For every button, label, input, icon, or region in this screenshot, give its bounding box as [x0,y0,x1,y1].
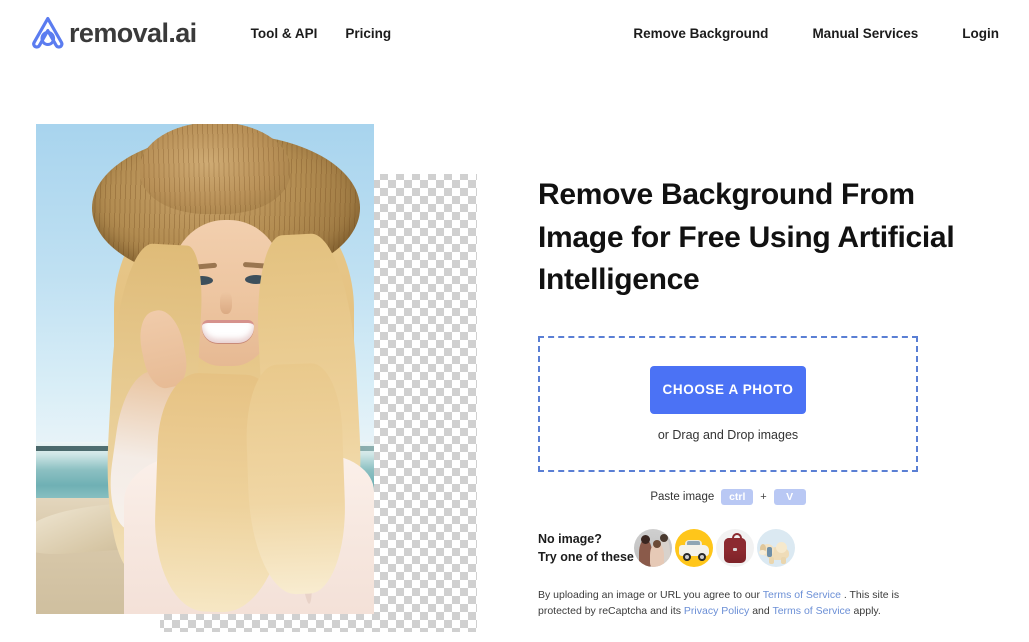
dog-leg [781,556,786,564]
hero-panel: Remove Background From Image for Free Us… [538,174,958,620]
choose-a-photo-button[interactable]: CHOOSE A PHOTO [650,365,806,414]
terms-of-service-link[interactable]: Terms of Service [763,589,841,601]
primary-nav-right: Remove Background Manual Services Login [633,26,999,41]
subject-smile [202,320,254,343]
legal-text-part-4: apply. [850,605,881,618]
demo-image [36,124,477,632]
sample-images-section: No image? Try one of these [538,528,958,567]
upload-dropzone[interactable]: CHOOSE A PHOTO or Drag and Drop images [538,335,918,472]
car-hubcap [685,554,689,559]
key-badge-v: V [773,488,806,505]
sample-thumbnail-list [634,528,795,567]
sample-thumb-backpack[interactable] [716,528,754,567]
dog-harness [767,546,772,557]
sample-thumb-dog[interactable] [757,528,795,567]
terms-of-service-link-2[interactable]: Terms of Service [772,605,850,617]
backpack-buckle [733,547,737,551]
privacy-policy-link[interactable]: Privacy Policy [684,605,749,617]
legal-text-part-1: By uploading an image or URL you agree t… [538,588,763,601]
legal-text-part-3: and [749,605,773,618]
backpack-lid [724,537,746,548]
brand-name: removal.ai [69,17,197,48]
nav-item-remove-background[interactable]: Remove Background [633,26,768,41]
key-plus-separator: + [760,490,767,503]
thumb-figure-head [660,533,668,542]
dog-leg [769,556,774,564]
nav-item-tool-api[interactable]: Tool & API [251,26,318,41]
paste-image-hint: Paste image ctrl + V [538,488,918,505]
checkerboard-mask-top-right [374,124,477,174]
key-badge-ctrl: ctrl [721,488,754,505]
primary-nav-left: Tool & API Pricing [251,26,392,41]
nav-item-manual-services[interactable]: Manual Services [812,26,918,41]
sample-label-line-2: Try one of these [538,549,634,564]
subject-hat-crown [140,124,290,214]
nav-item-login[interactable]: Login [962,26,999,41]
thumb-figure-head [653,539,661,548]
drag-and-drop-hint: or Drag and Drop images [657,427,799,442]
paste-image-label: Paste image [650,490,715,503]
dog-puppy [776,541,787,553]
car-hubcap [700,554,704,559]
subject-nose [220,292,232,314]
site-header: removal.ai Tool & API Pricing Remove Bac… [0,0,1029,66]
legal-disclaimer: By uploading an image or URL you agree t… [538,587,906,620]
brand-logo[interactable]: removal.ai [30,16,197,50]
dog-snout [759,549,766,555]
demo-photo-original [36,124,374,614]
page-title: Remove Background From Image for Free Us… [538,178,955,297]
checkerboard-mask-bottom-left [36,614,160,632]
sample-thumb-car[interactable] [675,528,713,567]
sample-thumb-family[interactable] [634,528,672,567]
sample-label-line-1: No image? [538,531,602,546]
nav-item-pricing[interactable]: Pricing [345,26,391,41]
sample-images-label: No image? Try one of these [538,530,634,566]
hero-section: Remove Background From Image for Free Us… [0,66,1029,642]
thumb-figure-head [641,534,650,544]
removal-ai-logo-icon [32,16,64,49]
